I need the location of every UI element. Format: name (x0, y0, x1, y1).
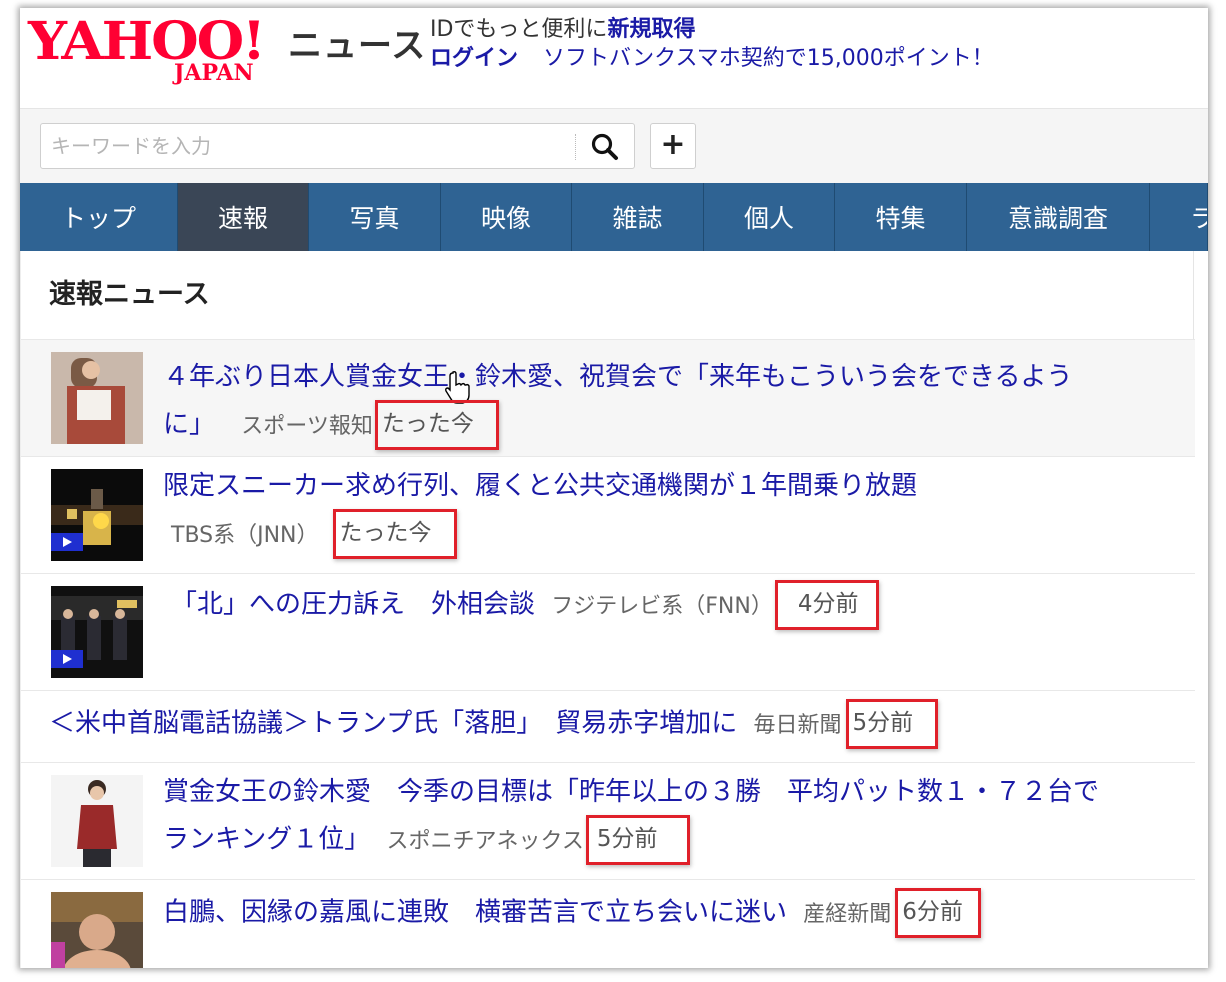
news-item[interactable]: 限定スニーカー求め行列、履くと公共交通機関が１年間乗り放題 TBS系（JNN） た… (21, 457, 1195, 574)
news-list: ４年ぶり日本人賞金女王・鈴木愛、祝賀会で「来年もこういう会をできるよう に」 ス… (21, 340, 1195, 968)
search-button[interactable] (587, 130, 623, 164)
headline-text[interactable]: 限定スニーカー求め行列、履くと公共交通機関が１年間乗り放題 (163, 471, 917, 501)
sumo-photo-icon (51, 892, 143, 968)
tab-surveys[interactable]: 意識調査 (967, 183, 1150, 251)
category-nav: トップ 速報 写真 映像 雑誌 個人 特集 意識調査 ラ (20, 183, 1208, 251)
headline-text[interactable]: ＜米中首脳電話協議＞トランプ氏「落胆」 貿易赤字増加に (49, 709, 737, 739)
headline[interactable]: 「北」への圧力訴え 外相会談 フジテレビ系（FNN） 4分前 (171, 580, 1171, 630)
search-icon (591, 133, 618, 160)
news-item[interactable]: 賞金女王の鈴木愛 今季の目標は「昨年以上の３勝 平均パット数１・７２台で ランキ… (21, 763, 1195, 880)
news-time: 4分前 (774, 580, 879, 630)
softbank-promo-link[interactable]: ソフトバンクスマホ契約で15,000ポイント！ (543, 46, 994, 71)
tab-more[interactable]: ラ (1150, 183, 1208, 251)
promo-line-2: ログイン ソフトバンクスマホ契約で15,000ポイント！ (430, 44, 994, 74)
person-photo-icon (51, 775, 143, 867)
news-source: TBS系（JNN） (171, 522, 319, 548)
logo-japan-text: JAPAN (174, 60, 254, 86)
search-bar: + (20, 109, 1208, 183)
headline[interactable]: 白鵬、因縁の嘉風に連敗 横審苦言で立ち会いに迷い 産経新聞 6分前 (163, 888, 1173, 938)
news-item[interactable]: ４年ぶり日本人賞金女王・鈴木愛、祝賀会で「来年もこういう会をできるよう に」 ス… (21, 340, 1195, 457)
headline[interactable]: ＜米中首脳電話協議＞トランプ氏「落胆」 貿易赤字増加に 毎日新聞 5分前 (49, 699, 1149, 749)
news-time: 5分前 (845, 699, 938, 749)
news-time: たった今 (332, 509, 457, 559)
tab-magazines[interactable]: 雑誌 (572, 183, 704, 251)
tab-videos[interactable]: 映像 (441, 183, 572, 251)
tab-photos[interactable]: 写真 (309, 183, 441, 251)
promo-prefix-text: IDでもっと便利に (430, 17, 608, 42)
news-thumbnail (51, 775, 143, 867)
login-link[interactable]: ログイン (430, 46, 518, 71)
news-source: 産経新聞 (803, 901, 892, 927)
tab-breaking[interactable]: 速報 (178, 183, 309, 251)
news-thumbnail (51, 352, 143, 444)
headline[interactable]: 限定スニーカー求め行列、履くと公共交通機関が１年間乗り放題 TBS系（JNN） た… (163, 463, 1173, 559)
play-icon (51, 533, 83, 551)
headline-line-1[interactable]: 賞金女王の鈴木愛 今季の目標は「昨年以上の３勝 平均パット数１・７２台で (163, 777, 1099, 807)
headline-line-2[interactable]: に」 (163, 410, 215, 440)
headline[interactable]: ４年ぶり日本人賞金女王・鈴木愛、祝賀会で「来年もこういう会をできるよう に」 ス… (163, 354, 1163, 450)
tab-top[interactable]: トップ (20, 183, 178, 251)
person-photo-icon (51, 352, 143, 444)
news-time: 5分前 (585, 815, 690, 865)
add-button[interactable]: + (650, 123, 696, 169)
section-title: 速報ニュース (49, 279, 210, 310)
browser-frame: YAHOO! JAPAN ニュース IDでもっと便利に新規取得 ログイン ソフト… (20, 8, 1208, 968)
headline[interactable]: 賞金女王の鈴木愛 今季の目標は「昨年以上の３勝 平均パット数１・７２台で ランキ… (163, 769, 1173, 865)
tab-features[interactable]: 特集 (835, 183, 967, 251)
news-source: スポニチアネックス (386, 828, 584, 854)
headline-line-2[interactable]: ランキング１位」 (163, 825, 370, 855)
headline-text[interactable]: 白鵬、因縁の嘉風に連敗 横審苦言で立ち会いに迷い (163, 898, 787, 928)
signup-link[interactable]: 新規取得 (607, 17, 695, 42)
news-thumbnail (51, 469, 143, 561)
search-separator (575, 134, 576, 160)
news-time: 6分前 (895, 888, 982, 938)
promo-line-1: IDでもっと便利に新規取得 (430, 16, 695, 44)
tab-individuals[interactable]: 個人 (704, 183, 835, 251)
news-item[interactable]: 「北」への圧力訴え 外相会談 フジテレビ系（FNN） 4分前 (21, 574, 1195, 691)
news-source: 毎日新聞 (753, 712, 842, 738)
site-header: YAHOO! JAPAN ニュース IDでもっと便利に新規取得 ログイン ソフト… (20, 8, 1208, 108)
news-thumbnail (51, 586, 143, 678)
search-input[interactable] (43, 126, 573, 166)
news-time: たった今 (374, 400, 499, 450)
play-icon (51, 650, 83, 668)
news-item[interactable]: 白鵬、因縁の嘉風に連敗 横審苦言で立ち会いに迷い 産経新聞 6分前 (21, 880, 1195, 968)
headline-text[interactable]: 「北」への圧力訴え 外相会談 (171, 590, 535, 620)
search-box (40, 123, 635, 169)
yahoo-japan-logo[interactable]: YAHOO! JAPAN (28, 14, 286, 94)
news-item[interactable]: ＜米中首脳電話協議＞トランプ氏「落胆」 貿易赤字増加に 毎日新聞 5分前 (21, 691, 1195, 763)
news-section-label[interactable]: ニュース (288, 26, 426, 66)
main-content: 速報ニュース ４年ぶり日本人賞金女王・鈴木愛、祝賀会で「来年もこういう会をできる… (20, 251, 1195, 968)
news-thumbnail (51, 892, 143, 968)
headline-line-1[interactable]: ４年ぶり日本人賞金女王・鈴木愛、祝賀会で「来年もこういう会をできるよう (163, 362, 1072, 392)
news-source: フジテレビ系（FNN） (551, 593, 773, 619)
news-source: スポーツ報知 (241, 413, 373, 439)
